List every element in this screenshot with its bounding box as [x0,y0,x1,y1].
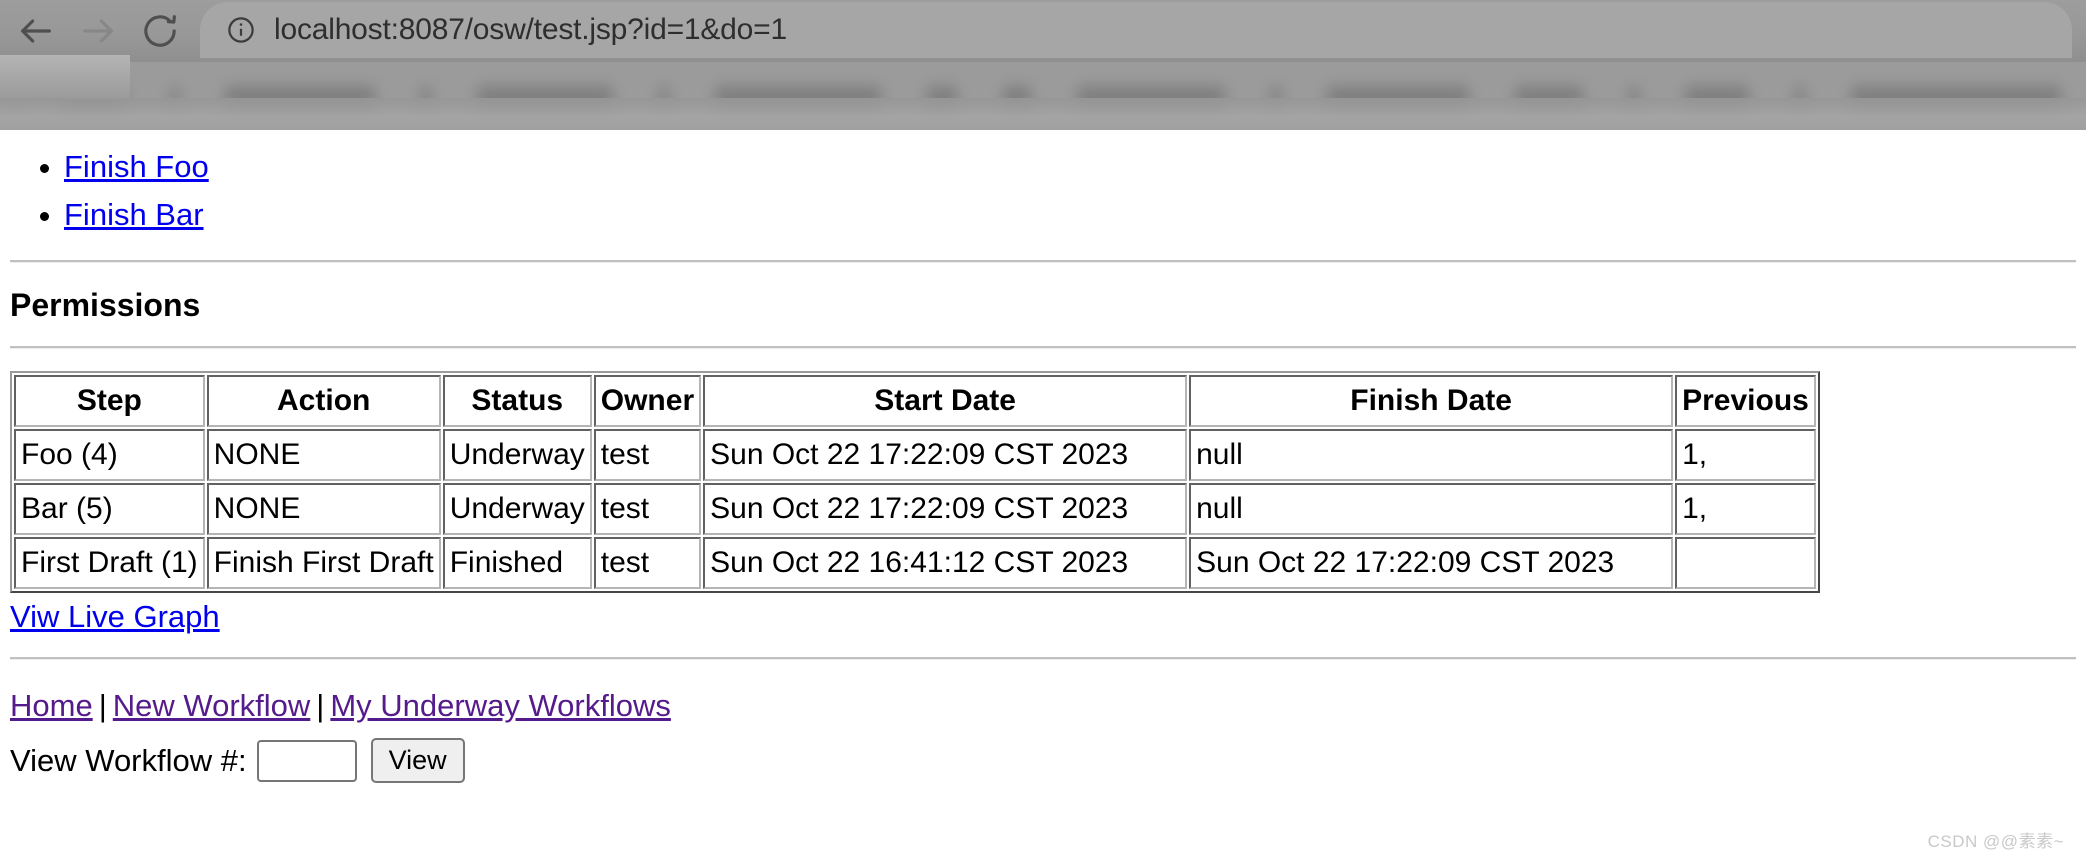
bookmark-item[interactable] [477,86,613,108]
cell-action: Finish First Draft [206,537,441,589]
page-content: Finish Foo Finish Bar Permissions Step A… [0,130,2086,783]
reload-button[interactable] [134,5,186,57]
live-graph-link-wrapper: Viw Live Graph [10,599,2076,635]
col-header-start-date: Start Date [703,375,1188,427]
my-underway-workflows-link[interactable]: My Underway Workflows [330,688,671,723]
cell-previous: 1, [1675,483,1816,535]
bookmark-item[interactable] [1515,86,1583,108]
list-item: Finish Bar [64,192,2076,238]
info-icon[interactable] [226,15,256,45]
col-header-owner: Owner [593,375,702,427]
view-workflow-form: View Workflow #: View [10,738,2076,783]
arrow-right-icon [83,19,113,43]
bookmark-item[interactable] [225,86,375,108]
cell-start-date: Sun Oct 22 17:22:09 CST 2023 [703,429,1188,481]
workflow-number-input[interactable] [256,739,357,782]
cell-previous: 1, [1675,429,1816,481]
table-row: Foo (4) NONE Underway test Sun Oct 22 17… [14,429,1816,481]
bookmark-item[interactable] [421,86,431,108]
cell-action: NONE [206,483,441,535]
cell-finish-date: null [1189,429,1674,481]
list-item: Finish Foo [64,144,2076,190]
cell-step: Foo (4) [14,429,205,481]
browser-toolbar: localhost:8087/osw/test.jsp?id=1&do=1 [0,0,2086,62]
browser-chrome: localhost:8087/osw/test.jsp?id=1&do=1 [0,0,2086,130]
back-button[interactable] [10,5,62,57]
bookmark-item[interactable] [171,86,179,108]
col-header-action: Action [206,375,441,427]
bookmark-item[interactable] [927,86,957,108]
col-header-step: Step [14,375,205,427]
bookmark-item[interactable] [1685,86,1749,108]
footer-separator: | [98,688,107,723]
cell-owner: test [593,537,702,589]
footer-separator: | [316,688,325,723]
new-workflow-link[interactable]: New Workflow [113,688,311,723]
table-row: Bar (5) NONE Underway test Sun Oct 22 17… [14,483,1816,535]
bookmark-item[interactable] [1077,86,1225,108]
table-body: Foo (4) NONE Underway test Sun Oct 22 17… [14,429,1816,589]
cell-status: Finished [442,537,592,589]
col-header-status: Status [442,375,592,427]
bookmark-item[interactable] [1795,86,1805,108]
action-list: Finish Foo Finish Bar [10,144,2076,238]
cell-finish-date: null [1189,483,1674,535]
table-head: Step Action Status Owner Start Date Fini… [14,375,1816,427]
bookmark-item[interactable] [1851,86,2061,108]
table-row: First Draft (1) Finish First Draft Finis… [14,537,1816,589]
forward-button[interactable] [72,5,124,57]
reload-icon [144,15,176,47]
divider-under-heading [10,346,2076,349]
cell-previous [1675,537,1816,589]
view-button[interactable]: View [370,738,465,783]
bookmark-item[interactable] [1271,86,1281,108]
finish-bar-link[interactable]: Finish Bar [64,197,204,232]
cell-start-date: Sun Oct 22 17:22:09 CST 2023 [703,483,1188,535]
permissions-table: Step Action Status Owner Start Date Fini… [10,371,1820,593]
bookmark-item[interactable] [1327,86,1469,108]
cell-owner: test [593,429,702,481]
home-link[interactable]: Home [10,688,93,723]
cell-status: Underway [442,429,592,481]
divider-footer [10,657,2076,660]
cell-start-date: Sun Oct 22 16:41:12 CST 2023 [703,537,1188,589]
bookmark-item[interactable] [1003,86,1031,108]
cell-status: Underway [442,483,592,535]
view-live-graph-link[interactable]: Viw Live Graph [10,599,220,634]
watermark: CSDN @@素素~ [1927,832,2064,851]
cell-owner: test [593,483,702,535]
permissions-heading: Permissions [10,287,201,323]
bookmarks-bar[interactable] [0,62,2086,130]
cell-step: First Draft (1) [14,537,205,589]
bookmark-item[interactable] [715,86,881,108]
chrome-left-notch [0,55,130,100]
bookmark-item[interactable] [659,86,669,108]
bookmarks-strip[interactable] [0,72,2086,122]
col-header-previous: Previous [1675,375,1816,427]
finish-foo-link[interactable]: Finish Foo [64,149,209,184]
footer-nav: Home | New Workflow | My Underway Workflows [10,682,2076,730]
cell-step: Bar (5) [14,483,205,535]
bookmark-item[interactable] [1629,86,1639,108]
cell-action: NONE [206,429,441,481]
arrow-left-icon [21,19,51,43]
cell-finish-date: Sun Oct 22 17:22:09 CST 2023 [1189,537,1674,589]
view-workflow-label: View Workflow #: [10,742,247,778]
divider-top [10,260,2076,263]
col-header-finish-date: Finish Date [1189,375,1674,427]
table-header-row: Step Action Status Owner Start Date Fini… [14,375,1816,427]
url-text: localhost:8087/osw/test.jsp?id=1&do=1 [274,13,787,46]
address-bar[interactable]: localhost:8087/osw/test.jsp?id=1&do=1 [200,2,2072,58]
